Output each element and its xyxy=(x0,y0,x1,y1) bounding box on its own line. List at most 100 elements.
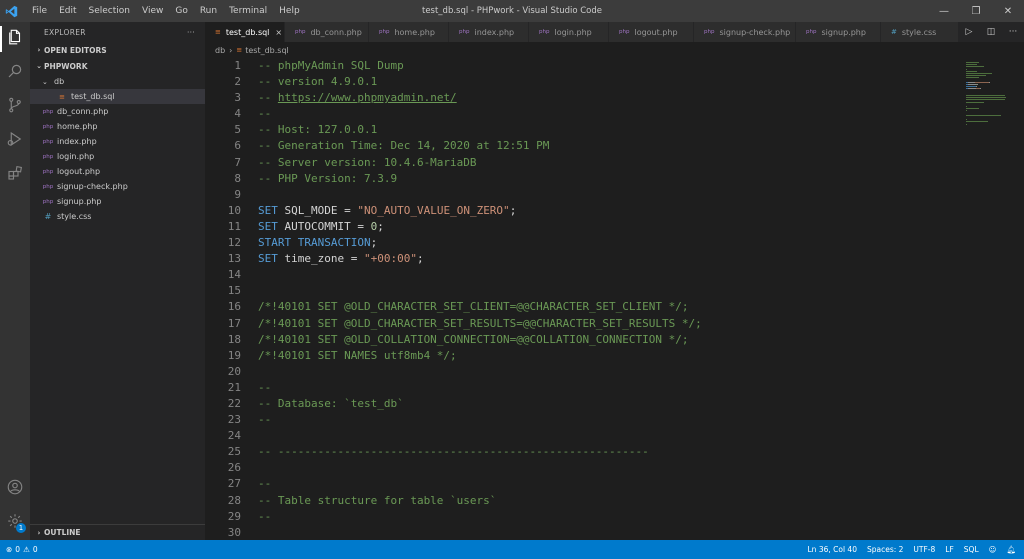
tab-signup-check-php[interactable]: php signup-check.php xyxy=(694,22,796,42)
tab-signup-php[interactable]: php signup.php xyxy=(796,22,881,42)
code-token: SET xyxy=(258,219,285,233)
cursor-position[interactable]: Ln 36, Col 40 xyxy=(808,545,857,554)
extensions-icon xyxy=(6,164,24,186)
minimap-mark xyxy=(966,95,1005,96)
css-file-icon: # xyxy=(44,212,52,221)
file-item[interactable]: php signup.php xyxy=(30,194,205,209)
breadcrumb-folder[interactable]: db xyxy=(215,46,225,55)
workspace-section[interactable]: ⌄ PHPWORK xyxy=(30,58,205,74)
restore-button[interactable]: ❐ xyxy=(960,0,992,22)
tab-logout-php[interactable]: php logout.php xyxy=(609,22,694,42)
search-button[interactable] xyxy=(0,56,30,90)
code-text: -- xyxy=(258,106,271,122)
code-line: 5 -- Host: 127.0.0.1 xyxy=(205,122,955,138)
menu-item-selection[interactable]: Selection xyxy=(83,6,136,16)
close-window-button[interactable]: ✕ xyxy=(992,0,1024,22)
file-item[interactable]: # style.css xyxy=(30,209,205,224)
php-file-icon: php xyxy=(42,153,54,160)
code-editor[interactable]: 1 -- phpMyAdmin SQL Dump 2 -- version 4.9.0… xyxy=(205,58,955,540)
tab-label: signup.php xyxy=(821,27,866,37)
php-file-icon: php xyxy=(459,29,470,35)
code-text: START TRANSACTION; xyxy=(258,235,377,251)
open-editors-section[interactable]: › OPEN EDITORS xyxy=(30,42,205,58)
code-token: time_zone = xyxy=(284,252,364,266)
sql-file-icon: ≡ xyxy=(215,28,221,36)
code-text: -- xyxy=(258,412,271,428)
code-text: -- xyxy=(258,380,271,396)
code-text: -- Database: `test_db` xyxy=(258,396,404,412)
code-line: 8 -- PHP Version: 7.3.9 xyxy=(205,171,955,187)
menu-item-file[interactable]: File xyxy=(26,6,53,16)
run-debug-button[interactable] xyxy=(0,124,30,158)
menu-item-view[interactable]: View xyxy=(136,6,169,16)
line-number: 21 xyxy=(227,380,241,394)
file-item[interactable]: php db_conn.php xyxy=(30,104,205,119)
line-number: 8 xyxy=(234,171,241,185)
minimize-button[interactable]: — xyxy=(928,0,960,22)
tab-index-php[interactable]: php index.php xyxy=(449,22,529,42)
end-of-line[interactable]: LF xyxy=(945,545,954,554)
explorer-more-button[interactable]: ··· xyxy=(187,28,195,37)
outline-section[interactable]: › OUTLINE xyxy=(30,524,205,540)
settings-button[interactable]: 1 xyxy=(0,506,30,540)
activity-bar: 1 xyxy=(0,22,30,540)
minimap-mark xyxy=(966,110,968,112)
folder-db[interactable]: ⌄ db xyxy=(30,74,205,89)
source-control-button[interactable] xyxy=(0,90,30,124)
close-icon[interactable]: × xyxy=(275,28,282,37)
code-line: 19 /*!40101 SET NAMES utf8mb4 */; xyxy=(205,348,955,364)
file-item[interactable]: php index.php xyxy=(30,134,205,149)
code-token: ; xyxy=(370,236,378,250)
code-line: 12 START TRANSACTION; xyxy=(205,235,955,251)
line-number: 19 xyxy=(227,348,241,362)
indentation[interactable]: Spaces: 2 xyxy=(867,545,903,554)
code-token: -- xyxy=(258,380,272,394)
minimap-mark xyxy=(968,88,976,90)
run-icon[interactable]: ▷ xyxy=(958,27,980,37)
code-token: /*!40101 SET @OLD_CHARACTER_SET_CLIENT=@… xyxy=(258,300,689,314)
account-button[interactable] xyxy=(0,472,30,506)
file-item[interactable]: php logout.php xyxy=(30,164,205,179)
file-item[interactable]: ≡ test_db.sql xyxy=(30,89,205,104)
menu-item-run[interactable]: Run xyxy=(194,6,223,16)
tab-style-css[interactable]: # style.css xyxy=(881,22,966,42)
problems-indicator[interactable]: ⊗ 0 ⚠ 0 xyxy=(0,545,38,554)
minimap-mark xyxy=(966,119,968,121)
extensions-button[interactable] xyxy=(0,158,30,192)
tab-test-db-sql[interactable]: ≡ test_db.sql × xyxy=(205,22,285,42)
code-line: 13 SET time_zone = "+00:00"; xyxy=(205,251,955,267)
encoding[interactable]: UTF-8 xyxy=(913,545,935,554)
menu-item-go[interactable]: Go xyxy=(169,6,193,16)
file-item[interactable]: php signup-check.php xyxy=(30,179,205,194)
code-token[interactable]: https://www.phpmyadmin.net/ xyxy=(278,91,457,104)
minimap-mark xyxy=(968,84,977,85)
code-line: 28 -- Table structure for table `users` xyxy=(205,493,955,509)
more-icon[interactable]: ··· xyxy=(1002,27,1024,37)
line-number: 13 xyxy=(227,252,241,266)
notifications-icon[interactable]: 🔔︎ xyxy=(1006,545,1016,554)
line-number: 27 xyxy=(227,477,241,491)
split-editor-icon[interactable]: ◫ xyxy=(980,27,1002,37)
feedback-icon[interactable]: ☺ xyxy=(989,545,997,554)
tab-label: test_db.sql xyxy=(225,27,270,37)
sql-file-icon: ≡ xyxy=(59,92,65,101)
line-number: 23 xyxy=(227,413,241,427)
menu-item-terminal[interactable]: Terminal xyxy=(223,6,273,16)
explorer-button[interactable] xyxy=(0,22,30,56)
tab-home-php[interactable]: php home.php xyxy=(369,22,449,42)
language-mode[interactable]: SQL xyxy=(964,545,979,554)
tab-db-conn-php[interactable]: php db_conn.php xyxy=(285,22,369,42)
code-text: SET SQL_MODE = "NO_AUTO_VALUE_ON_ZERO"; xyxy=(258,203,516,219)
minimap[interactable] xyxy=(960,58,1024,540)
code-token: "+00:00" xyxy=(363,252,417,266)
file-item[interactable]: php home.php xyxy=(30,119,205,134)
tab-login-php[interactable]: php login.php xyxy=(529,22,609,42)
file-item[interactable]: php login.php xyxy=(30,149,205,164)
code-line: 11 SET AUTOCOMMIT = 0; xyxy=(205,219,955,235)
code-text: -- Server version: 10.4.6-MariaDB xyxy=(258,155,477,171)
menu-item-edit[interactable]: Edit xyxy=(53,6,82,16)
code-line: 30 xyxy=(205,525,955,540)
menu-item-help[interactable]: Help xyxy=(273,6,306,16)
breadcrumb-file[interactable]: test_db.sql xyxy=(245,46,289,55)
folder-label: db xyxy=(54,77,65,86)
